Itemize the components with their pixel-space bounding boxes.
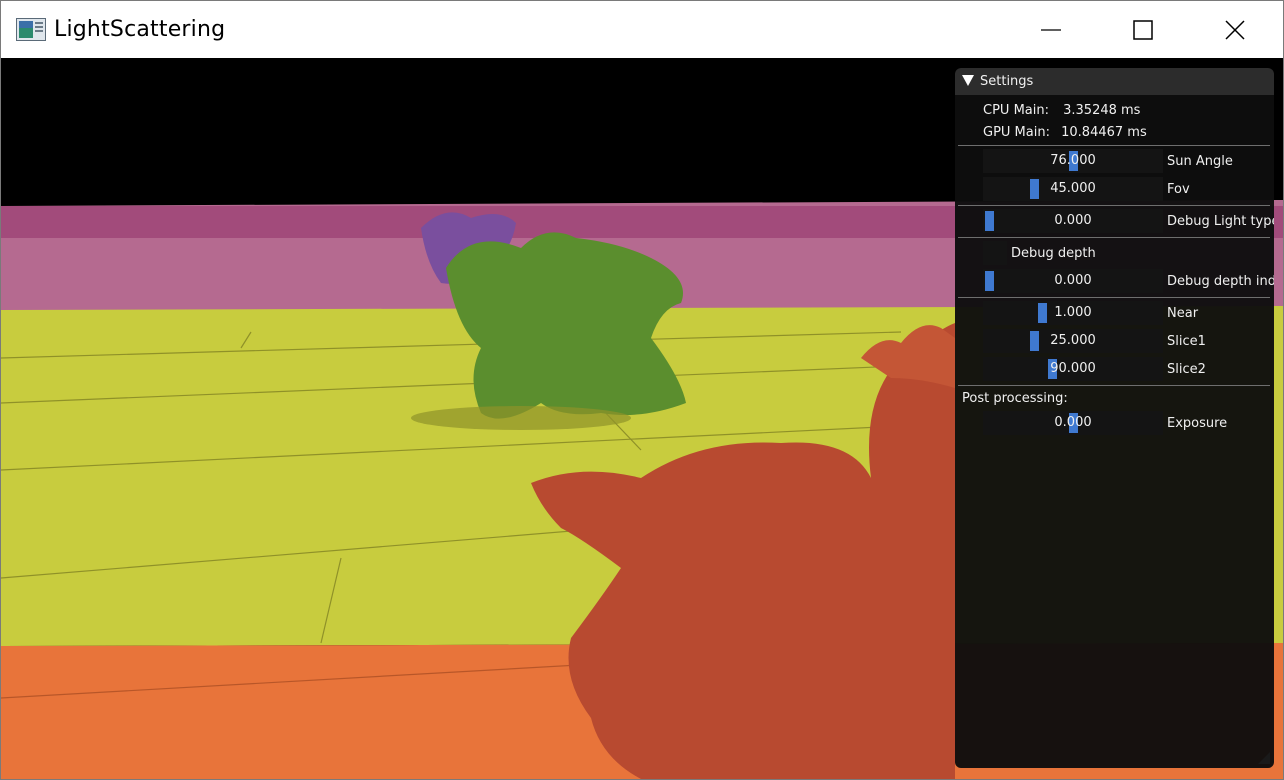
collapse-arrow-icon[interactable] xyxy=(962,75,974,86)
slider-value: 0.000 xyxy=(1054,415,1092,430)
stat-gpu-value: 10.84467 ms xyxy=(1061,125,1147,140)
title-bar[interactable]: LightScattering xyxy=(1,1,1283,58)
slider-slice2[interactable]: 90.000 xyxy=(983,357,1163,381)
slider-label-slice2: Slice2 xyxy=(1167,362,1206,377)
slider-value: 1.000 xyxy=(1054,305,1092,320)
slider-sun-angle[interactable]: 76.000 xyxy=(983,149,1163,173)
slider-label-sun-angle: Sun Angle xyxy=(1167,154,1233,169)
settings-title: Settings xyxy=(980,74,1034,89)
slider-label-fov: Fov xyxy=(1167,182,1190,197)
render-viewport[interactable]: Settings CPU Main: 3.35248 ms GPU Main: … xyxy=(1,58,1283,779)
settings-panel[interactable]: Settings CPU Main: 3.35248 ms GPU Main: … xyxy=(955,68,1274,768)
debug-depth-checkbox[interactable] xyxy=(983,241,1007,265)
slider-value: 25.000 xyxy=(1050,333,1096,348)
separator xyxy=(958,237,1270,238)
minimize-icon xyxy=(1041,28,1061,31)
separator xyxy=(958,205,1270,206)
slider-label-debug-depth-index: Debug depth inde xyxy=(1167,274,1274,289)
slider-near[interactable]: 1.000 xyxy=(983,301,1163,325)
slider-value: 45.000 xyxy=(1050,181,1096,196)
slider-value: 76.000 xyxy=(1050,153,1096,168)
separator xyxy=(958,297,1270,298)
slider-fov[interactable]: 45.000 xyxy=(983,177,1163,201)
maximize-icon xyxy=(1133,19,1153,40)
slider-exposure[interactable]: 0.000 xyxy=(983,411,1163,435)
stat-cpu-value: 3.35248 ms xyxy=(1063,103,1141,118)
window-title: LightScattering xyxy=(54,17,226,42)
close-button[interactable] xyxy=(1189,1,1281,58)
stat-gpu-label: GPU Main: xyxy=(983,125,1050,140)
resize-grip-icon[interactable] xyxy=(1258,752,1270,764)
slider-label-slice1: Slice1 xyxy=(1167,334,1206,349)
slider-label-near: Near xyxy=(1167,306,1199,321)
slider-label-debug-light-type: Debug Light type xyxy=(1167,214,1274,229)
stat-gpu: GPU Main: 10.84467 ms xyxy=(983,125,1147,140)
post-processing-label: Post processing: xyxy=(962,391,1068,406)
slider-value: 0.000 xyxy=(1054,273,1092,288)
minimize-button[interactable] xyxy=(1005,1,1097,58)
slider-value: 0.000 xyxy=(1054,213,1092,228)
slider-label-exposure: Exposure xyxy=(1167,416,1228,431)
stat-cpu: CPU Main: 3.35248 ms xyxy=(983,103,1140,118)
app-window: LightScattering Settings CPU Main: 3.352… xyxy=(0,0,1284,780)
maximize-button[interactable] xyxy=(1097,1,1189,58)
slider-debug-light-type[interactable]: 0.000 xyxy=(983,209,1163,233)
settings-header[interactable]: Settings xyxy=(955,68,1274,95)
close-icon xyxy=(1225,19,1245,40)
slider-debug-depth-index[interactable]: 0.000 xyxy=(983,269,1163,293)
slider-value: 90.000 xyxy=(1050,361,1096,376)
separator xyxy=(958,385,1270,386)
stat-cpu-label: CPU Main: xyxy=(983,103,1049,118)
separator xyxy=(958,145,1270,146)
slider-slice1[interactable]: 25.000 xyxy=(983,329,1163,353)
app-icon xyxy=(16,18,46,41)
debug-depth-label: Debug depth xyxy=(1011,246,1096,261)
